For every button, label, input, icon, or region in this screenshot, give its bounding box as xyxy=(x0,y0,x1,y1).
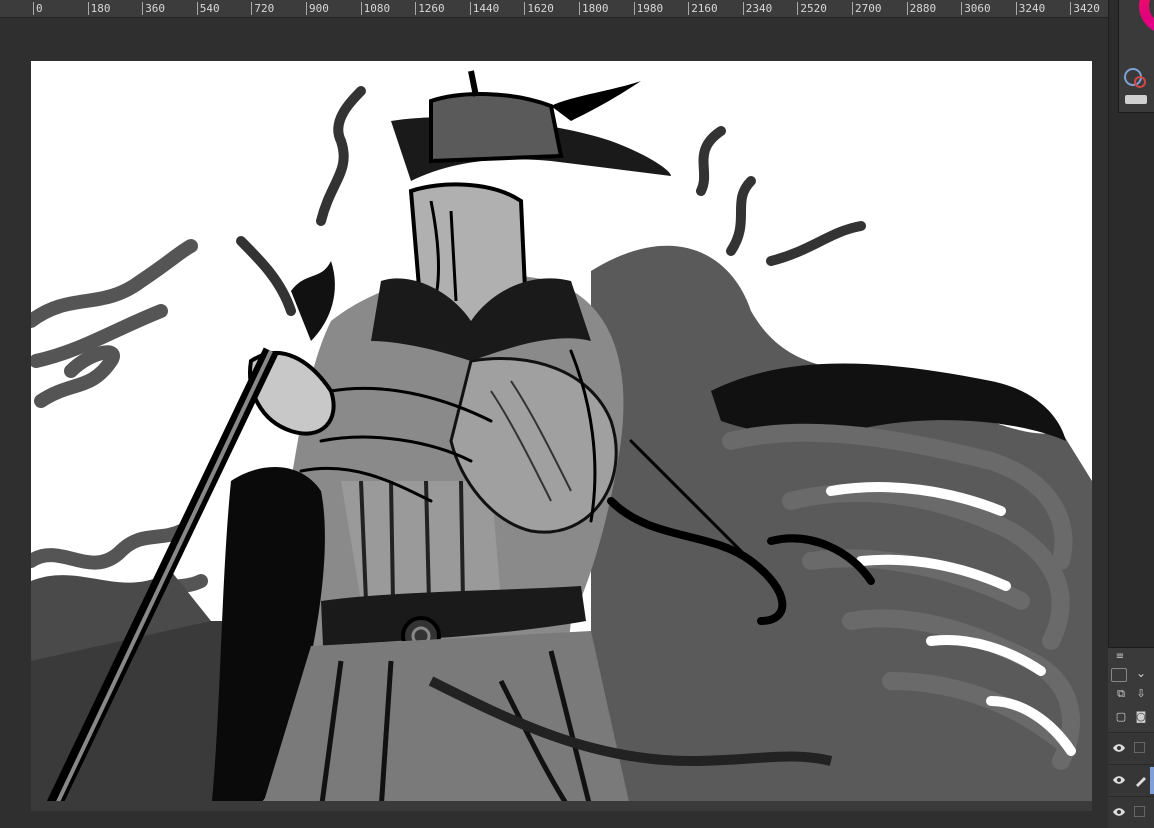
ruler-label: 1080 xyxy=(360,2,390,15)
ruler-label: 360 xyxy=(142,2,165,15)
new-layer-icon[interactable]: ⧉ xyxy=(1112,685,1130,703)
ruler-label: 0 xyxy=(33,2,43,15)
drawing-canvas[interactable] xyxy=(31,61,1092,811)
ruler-label: 720 xyxy=(251,2,274,15)
active-layer-indicator xyxy=(1150,767,1154,794)
canvas-workspace[interactable] xyxy=(0,18,1108,827)
new-vector-icon[interactable]: ▢ xyxy=(1112,708,1130,726)
color-wheel-center xyxy=(1149,0,1154,24)
ruler-label: 3240 xyxy=(1015,2,1045,15)
eye-icon[interactable] xyxy=(1112,773,1126,787)
layer-panel: ≡ ⌄ ⧉ ⇩ ▢ ◙ xyxy=(1108,647,1154,828)
eye-icon[interactable] xyxy=(1112,805,1126,819)
color-wheel[interactable] xyxy=(1139,0,1154,34)
color-wheel-panel xyxy=(1118,0,1154,113)
layer-mask-icon[interactable] xyxy=(1111,668,1127,682)
eye-icon[interactable] xyxy=(1112,741,1126,755)
ruler-label: 2160 xyxy=(688,2,718,15)
ruler-label: 2880 xyxy=(906,2,936,15)
ruler-label: 180 xyxy=(87,2,110,15)
ruler-label: 3060 xyxy=(961,2,991,15)
ruler-label: 1620 xyxy=(524,2,554,15)
layer-row[interactable] xyxy=(1108,796,1154,828)
ruler-label: 2520 xyxy=(797,2,827,15)
layer-checkbox[interactable] xyxy=(1134,742,1145,753)
ruler-label: 540 xyxy=(196,2,220,15)
ruler-label: 1440 xyxy=(469,2,499,15)
ruler-label: 2700 xyxy=(852,2,882,15)
ruler-label: 1800 xyxy=(579,2,609,15)
pencil-icon xyxy=(1136,777,1146,787)
sketch-artwork xyxy=(31,70,1092,811)
ruler-label: 1260 xyxy=(415,2,445,15)
hamburger-icon[interactable]: ≡ xyxy=(1111,648,1129,666)
ruler-label: 3420 xyxy=(1070,2,1100,15)
sub-color-swatch[interactable] xyxy=(1134,76,1146,88)
new-folder-icon[interactable]: ◙ xyxy=(1132,708,1150,726)
layer-row[interactable] xyxy=(1108,764,1154,796)
ruler-label: 1980 xyxy=(633,2,663,15)
layer-row[interactable] xyxy=(1108,732,1154,764)
top-ruler: 0 180 360 540 720 900 1080 1260 1440 1620 1800 1980… xyxy=(0,0,1118,18)
transparent-color-swatch[interactable] xyxy=(1125,95,1147,104)
transfer-icon[interactable]: ⇩ xyxy=(1132,685,1150,703)
ruler-label: 2340 xyxy=(742,2,772,15)
dropdown-icon[interactable]: ⌄ xyxy=(1132,664,1150,682)
layer-checkbox[interactable] xyxy=(1134,806,1145,817)
ruler-label: 900 xyxy=(306,2,329,15)
